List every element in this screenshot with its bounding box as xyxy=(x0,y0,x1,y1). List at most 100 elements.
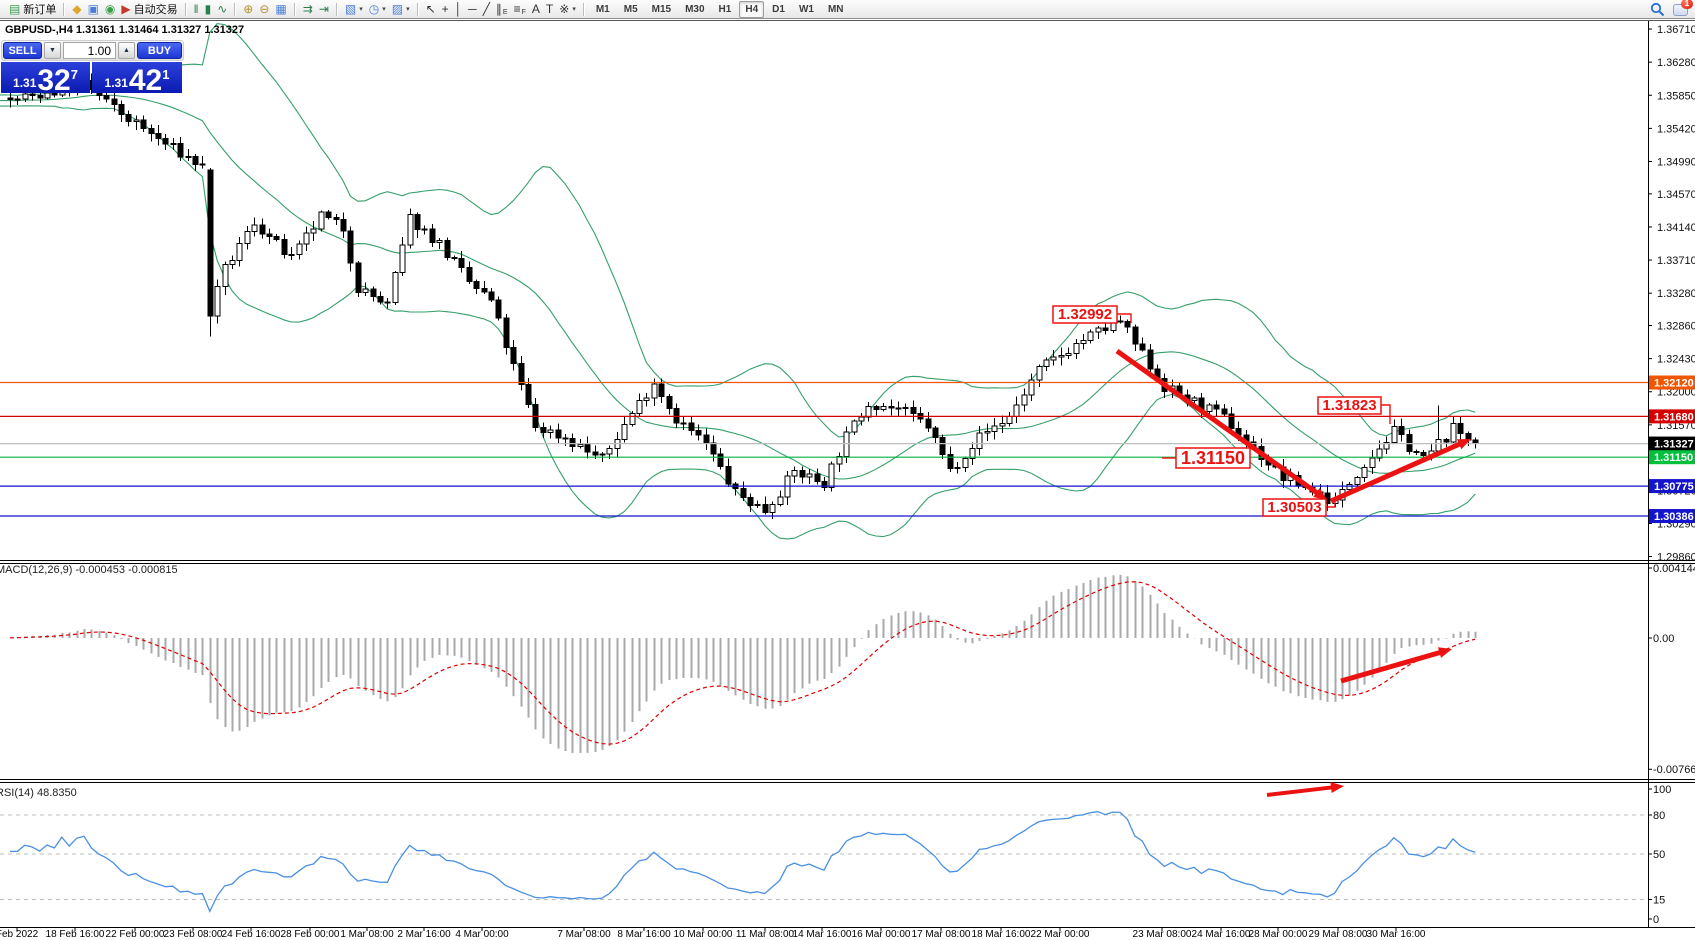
svg-text:80: 80 xyxy=(1653,810,1665,822)
fibonacci-icon[interactable]: ≡F xyxy=(511,1,529,18)
vertical-line-icon[interactable]: │ xyxy=(452,1,466,18)
horizontal-line-objects[interactable] xyxy=(0,383,1648,517)
macd-axis: 0.0041440.00-0.007664 xyxy=(1648,563,1695,776)
timeframe-group: M1M5M15M30H1H4D1W1MN xyxy=(589,1,851,18)
date-axis[interactable]: Feb 202218 Feb 16:0022 Feb 00:0023 Feb 0… xyxy=(0,928,1426,940)
new-order-label: 新订单 xyxy=(23,1,56,17)
timeframe-h4[interactable]: H4 xyxy=(739,1,764,18)
mt4-window: 1.367101.362801.358501.354201.349901.345… xyxy=(0,0,1695,940)
equidistant-channel-glyph: ∥ xyxy=(496,1,502,18)
buy-button[interactable]: BUY xyxy=(137,42,182,59)
trendline-icon[interactable]: ╱ xyxy=(480,1,493,18)
lot-decrease-button[interactable]: ▼ xyxy=(44,42,61,59)
timeframe-m1[interactable]: M1 xyxy=(590,1,616,18)
svg-text:8 Mar 16:00: 8 Mar 16:00 xyxy=(617,929,671,940)
toolbar-separator xyxy=(583,3,585,16)
trend-arrow[interactable] xyxy=(1267,787,1336,795)
trend-arrow[interactable] xyxy=(1331,442,1464,501)
bar-chart-icon[interactable]: ‖ xyxy=(191,1,202,18)
equidistant-channel-icon[interactable]: ∥E xyxy=(493,1,511,18)
svg-text:1.36710: 1.36710 xyxy=(1657,24,1695,36)
svg-text:1.29860: 1.29860 xyxy=(1657,552,1695,564)
price-annotation-text: 1.30503 xyxy=(1267,499,1321,516)
trendline-glyph: ╱ xyxy=(483,1,490,18)
candlestick-chart-icon[interactable]: ▮ xyxy=(202,1,215,18)
lot-increase-button[interactable]: ▲ xyxy=(118,42,135,59)
new-chart-glyph: ▧ xyxy=(345,1,356,18)
sell-price-small: 1.31 xyxy=(13,76,36,90)
horizontal-line-icon[interactable]: ─ xyxy=(465,1,480,18)
lot-size-input[interactable]: 1.00 xyxy=(63,42,116,59)
price-annotation-text: 1.31150 xyxy=(1181,448,1245,468)
svg-text:22 Mar 00:00: 22 Mar 00:00 xyxy=(1031,929,1090,940)
auto-trading-icon[interactable]: ▶自动交易 xyxy=(118,1,180,18)
arrows-dropdown-arrow[interactable]: ▾ xyxy=(572,5,576,13)
order-controls-row: SELL ▼ 1.00 ▲ BUY xyxy=(1,40,184,61)
periods-icon[interactable]: ◷▾ xyxy=(366,1,389,18)
arrows-icon[interactable]: ※▾ xyxy=(556,1,579,18)
periods-dropdown-arrow[interactable]: ▾ xyxy=(382,5,386,13)
notifications-chat-icon[interactable]: 1 xyxy=(1673,2,1689,16)
svg-text:28 Mar 00:00: 28 Mar 00:00 xyxy=(1249,929,1308,940)
tile-windows-icon[interactable]: ▦ xyxy=(272,1,289,18)
templates-glyph: ▨ xyxy=(392,1,403,18)
signals-icon[interactable]: ◉ xyxy=(102,1,118,18)
sell-button[interactable]: SELL xyxy=(3,42,42,59)
chart-shift-icon[interactable]: ⇥ xyxy=(316,1,332,18)
svg-text:7 Mar 08:00: 7 Mar 08:00 xyxy=(557,929,611,940)
new-chart-dropdown-arrow[interactable]: ▾ xyxy=(359,5,363,13)
text-label-icon[interactable]: T xyxy=(543,1,556,18)
svg-text:0.00: 0.00 xyxy=(1653,633,1674,645)
sell-price-box[interactable]: 1.31 32 7 xyxy=(1,62,90,93)
timeframe-d1[interactable]: D1 xyxy=(766,1,791,18)
timeframe-m15[interactable]: M15 xyxy=(646,1,677,18)
new-order-icon[interactable]: ▤新订单 xyxy=(6,1,59,18)
expert-advisors-icon[interactable]: ▣ xyxy=(85,1,102,18)
search-icon[interactable] xyxy=(1650,2,1665,17)
notification-badge: 1 xyxy=(1681,0,1693,9)
cursor-glyph: ↖ xyxy=(426,1,436,18)
svg-text:50: 50 xyxy=(1653,849,1665,861)
price-axis[interactable]: 1.367101.362801.358501.354201.349901.345… xyxy=(1648,24,1695,564)
svg-text:1.32120: 1.32120 xyxy=(1654,378,1694,390)
timeframe-m5[interactable]: M5 xyxy=(618,1,644,18)
profile-icon[interactable]: ◆ xyxy=(69,1,84,18)
bar-chart-glyph: ‖ xyxy=(194,1,199,18)
profile-glyph: ◆ xyxy=(72,1,81,18)
svg-text:Feb 2022: Feb 2022 xyxy=(0,929,39,940)
bollinger-bands xyxy=(0,24,1475,539)
rsi-label: RSI(14) 48.8350 xyxy=(0,787,77,799)
toolbar-separator xyxy=(234,3,236,16)
fibonacci-sub-label: F xyxy=(522,8,526,18)
zoom-in-icon[interactable]: ⊕ xyxy=(240,1,256,18)
horizontal-line-glyph: ─ xyxy=(468,1,477,18)
timeframe-m30[interactable]: M30 xyxy=(679,1,710,18)
text-label-glyph: T xyxy=(546,1,553,18)
svg-text:18 Feb 16:00: 18 Feb 16:00 xyxy=(46,929,105,940)
templates-dropdown-arrow[interactable]: ▾ xyxy=(406,5,410,13)
text-icon[interactable]: A xyxy=(529,1,543,18)
svg-text:1.36280: 1.36280 xyxy=(1657,57,1695,69)
buy-price-box[interactable]: 1.31 42 1 xyxy=(92,62,182,93)
svg-text:22 Feb 00:00: 22 Feb 00:00 xyxy=(106,929,165,940)
toolbar-icons: ▤新订单◆▣◉▶自动交易‖▮∿⊕⊖▦⇉⇥▧▾◷▾▨▾↖+│─╱∥E≡FAT※▾ xyxy=(6,1,579,18)
buy-price-pip: 1 xyxy=(162,67,169,82)
timeframe-h1[interactable]: H1 xyxy=(713,1,738,18)
line-chart-glyph: ∿ xyxy=(217,1,227,18)
svg-text:30 Mar 16:00: 30 Mar 16:00 xyxy=(1367,929,1426,940)
timeframe-w1[interactable]: W1 xyxy=(793,1,820,18)
svg-text:1.32860: 1.32860 xyxy=(1657,321,1695,333)
new-chart-icon[interactable]: ▧▾ xyxy=(342,1,366,18)
auto-trading-label: 自动交易 xyxy=(134,1,178,17)
rsi-axis: 1008050150 xyxy=(1648,784,1671,926)
crosshair-icon[interactable]: + xyxy=(439,1,452,18)
annotations[interactable]: 1.329921.318231.311501.30503 xyxy=(1053,306,1471,795)
auto-scroll-icon[interactable]: ⇉ xyxy=(300,1,316,18)
line-chart-icon[interactable]: ∿ xyxy=(214,1,230,18)
cursor-icon[interactable]: ↖ xyxy=(423,1,439,18)
zoom-out-icon[interactable]: ⊖ xyxy=(256,1,272,18)
templates-icon[interactable]: ▨▾ xyxy=(389,1,413,18)
timeframe-mn[interactable]: MN xyxy=(822,1,850,18)
svg-text:0: 0 xyxy=(1653,914,1659,926)
svg-text:1.31150: 1.31150 xyxy=(1654,452,1693,464)
